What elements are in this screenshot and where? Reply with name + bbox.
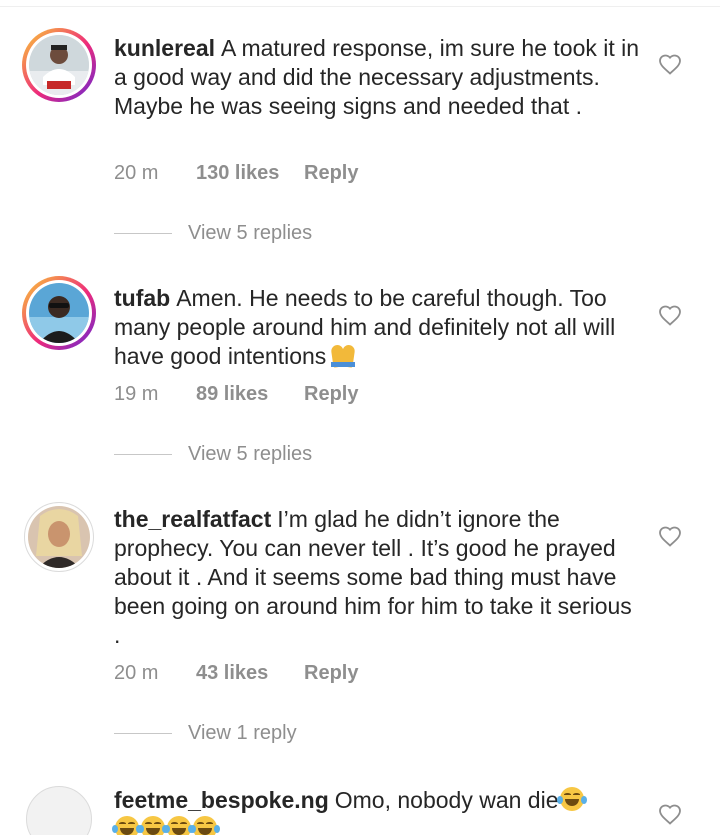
reply-button[interactable]: Reply: [304, 662, 358, 685]
comment-username[interactable]: the_realfatfact: [114, 506, 271, 532]
profile-photo: [29, 283, 89, 343]
heart-icon[interactable]: [658, 304, 682, 326]
view-replies-label: View 5 replies: [188, 443, 313, 465]
face-with-tears-of-joy-emoji: [556, 787, 587, 813]
person-photo-icon: [29, 35, 89, 95]
comment-time: 19 m: [114, 383, 159, 405]
avatar[interactable]: [22, 276, 96, 350]
reply-button[interactable]: Reply: [304, 383, 358, 406]
divider: [0, 6, 720, 7]
avatar[interactable]: [22, 28, 96, 102]
comment-meta: 20 m 43 likes Reply: [114, 662, 358, 685]
avatar[interactable]: [26, 786, 92, 835]
replies-dash: [114, 733, 172, 734]
person-photo-icon: [28, 506, 90, 568]
comment-time: 20 m: [114, 162, 159, 184]
replies-dash: [114, 454, 172, 455]
avatar[interactable]: [24, 502, 94, 572]
person-photo-icon: [29, 283, 89, 343]
replies-dash: [114, 233, 172, 234]
comment-meta: 20 m 130 likes Reply: [114, 162, 358, 185]
heart-icon[interactable]: [658, 53, 682, 75]
comment-username[interactable]: feetme_bespoke.ng: [114, 787, 329, 813]
likes-count[interactable]: 89 likes: [196, 383, 304, 406]
view-replies-button[interactable]: View 5 replies: [114, 443, 312, 466]
comment-meta: 19 m 89 likes Reply: [114, 383, 358, 406]
reply-button[interactable]: Reply: [304, 162, 358, 185]
comment-text: Amen. He needs to be careful though. Too…: [114, 285, 616, 369]
comment-username[interactable]: kunlereal: [114, 35, 215, 61]
view-replies-button[interactable]: View 5 replies: [114, 222, 312, 245]
heart-icon[interactable]: [658, 803, 682, 825]
profile-photo: [29, 35, 89, 95]
comment-text: Omo, nobody wan die: [334, 787, 559, 813]
view-replies-label: View 5 replies: [188, 222, 313, 244]
view-replies-button[interactable]: View 1 reply: [114, 722, 297, 745]
heart-icon[interactable]: [658, 525, 682, 547]
likes-count[interactable]: 130 likes: [196, 162, 304, 185]
comment-username[interactable]: tufab: [114, 285, 170, 311]
profile-photo: [28, 506, 90, 568]
folded-hands-emoji: [330, 343, 356, 368]
face-with-tears-of-joy-emoji: [112, 816, 220, 835]
view-replies-label: View 1 reply: [188, 722, 297, 744]
likes-count[interactable]: 43 likes: [196, 662, 304, 685]
comment-time: 20 m: [114, 662, 159, 684]
